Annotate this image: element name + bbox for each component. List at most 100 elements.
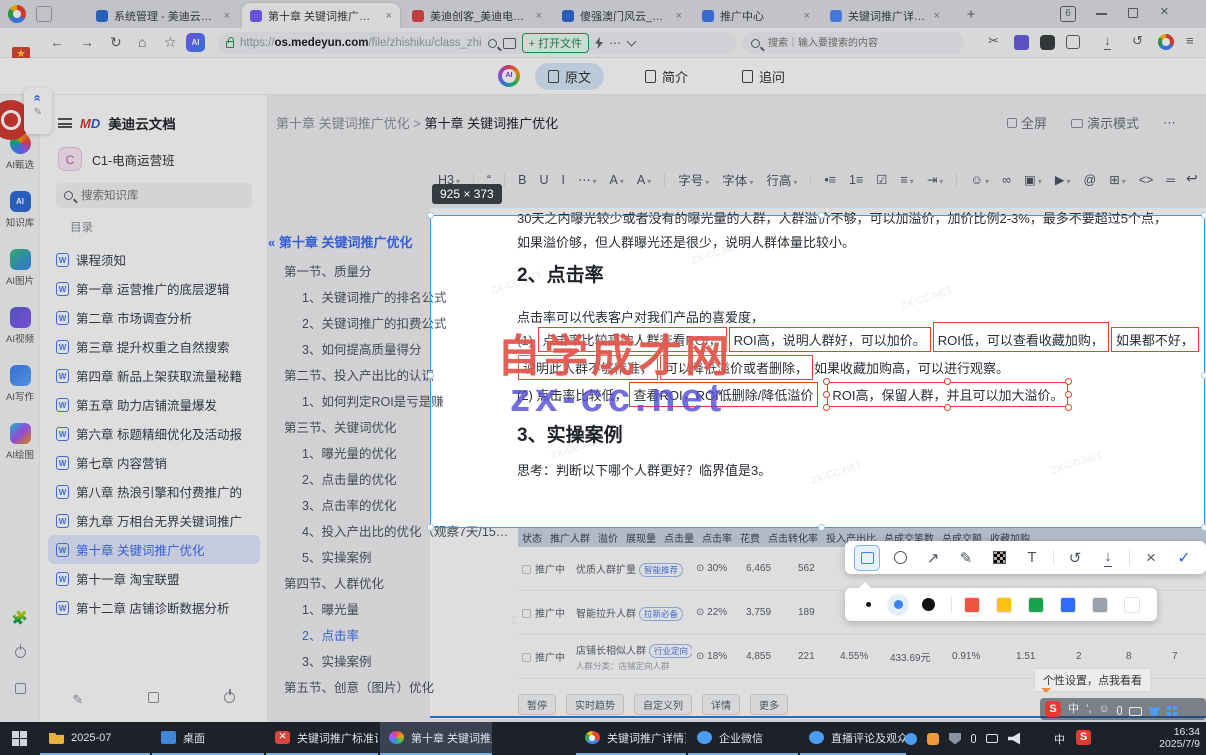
ime-emoji-icon[interactable]: ☺	[1099, 698, 1110, 720]
table-action-button[interactable]: 自定义列	[634, 694, 692, 715]
resize-handle[interactable]	[823, 404, 831, 411]
tray-sogou-icon[interactable]: S	[1076, 730, 1091, 745]
more-options-icon[interactable]: ⋯	[1163, 115, 1176, 131]
apps-grid-icon[interactable]	[148, 692, 160, 703]
mosaic-tool-icon[interactable]	[987, 546, 1011, 570]
toc-item[interactable]: 3、实操案例	[268, 649, 438, 675]
chapter-item[interactable]: W 第二章 市场调查分析	[48, 303, 260, 332]
stroke-large[interactable]	[917, 594, 939, 616]
puzzle-icon[interactable]: 🧩	[0, 610, 40, 626]
breadcrumb-parent[interactable]: 第十章 关键词推广优化	[276, 116, 410, 131]
toc-item[interactable]: 2、关键词推广的扣费公式	[268, 311, 446, 337]
code-icon[interactable]: <>	[1139, 173, 1154, 187]
pen-tool-icon[interactable]: ✎	[954, 546, 978, 570]
tab-group-icon[interactable]	[36, 6, 52, 22]
toc-item[interactable]: 1、如何判定ROI是亏是赚	[268, 389, 444, 415]
taskbar-clock[interactable]: 16:34 2025/7/9	[1159, 726, 1200, 750]
text-color-icon[interactable]: A	[610, 173, 624, 187]
chapter-item[interactable]: W 第六章 标题精细优化及活动报	[48, 419, 260, 448]
color-yellow[interactable]	[996, 596, 1012, 613]
tray-security-icon[interactable]	[949, 732, 961, 745]
chapter-item[interactable]: W 第五章 助力店铺流量爆发	[48, 390, 260, 419]
todo-list-icon[interactable]: ☑	[876, 172, 887, 187]
resize-handle[interactable]	[823, 390, 831, 398]
table-header-cell[interactable]: 状态	[518, 530, 546, 545]
table-header-cell[interactable]: 点击转化率	[764, 530, 822, 545]
ime-skin-icon[interactable]	[1148, 706, 1160, 716]
download-icon[interactable]: ↓	[1096, 546, 1120, 570]
tray-lang-indicator[interactable]: 中	[1054, 731, 1065, 747]
reload-icon[interactable]: ↻	[110, 34, 122, 51]
table-header-cell[interactable]: 推广人群	[546, 530, 594, 545]
color-white[interactable]	[1124, 596, 1140, 613]
indent-icon[interactable]: ⇥	[927, 172, 944, 187]
menu-icon[interactable]: ≡	[1186, 33, 1194, 48]
browser-tab[interactable]: 傻强澳门风云_百度搜索 ×	[554, 3, 690, 28]
row-checkbox[interactable]	[522, 609, 531, 618]
ime-grid-icon[interactable]	[1166, 706, 1177, 716]
ai-extension-icon[interactable]: AI	[186, 33, 205, 52]
taskbar-folder[interactable]: 2025-07	[40, 722, 150, 755]
fullscreen-button[interactable]: 全屏	[1006, 113, 1047, 132]
color-gray[interactable]	[1092, 596, 1108, 613]
more-format-icon[interactable]: ⋯	[578, 172, 597, 187]
tab-close-icon[interactable]: ×	[224, 10, 230, 22]
tab-close-icon[interactable]: ×	[804, 10, 810, 22]
taskbar-live[interactable]: 直播评论及观众	[800, 722, 906, 755]
undo-icon[interactable]: ↩	[1186, 170, 1198, 187]
taskbar-wecom[interactable]: 企业微信	[688, 722, 798, 755]
view-mode-tab[interactable]: 原文	[535, 63, 605, 90]
chapter-item[interactable]: W 第三章 提升权重之自然搜索	[48, 332, 260, 361]
table-header-cell[interactable]: 花费	[736, 530, 764, 545]
bullet-list-icon[interactable]: •≡	[824, 173, 836, 187]
browser-kernel-icon[interactable]	[1158, 34, 1174, 50]
taskbar-desktop[interactable]: 桌面	[152, 722, 264, 755]
chevron-down-icon[interactable]	[626, 36, 637, 47]
table-action-button[interactable]: 更多	[750, 694, 788, 715]
toc-item[interactable]: 3、点击率的优化	[268, 493, 438, 519]
divider-icon[interactable]: ═	[1166, 173, 1175, 187]
home-icon[interactable]: ⌂	[138, 34, 146, 50]
toc-item[interactable]: 第一节、质量分	[268, 259, 438, 285]
tab-close-icon[interactable]: ×	[536, 10, 542, 22]
table-action-button[interactable]: 详情	[702, 694, 740, 715]
history-icon[interactable]: ↺	[1132, 33, 1143, 49]
history-clock-icon[interactable]	[0, 644, 40, 661]
view-mode-tab[interactable]: 简介	[632, 63, 701, 90]
translate-extension-icon[interactable]	[1014, 35, 1029, 50]
start-button-icon[interactable]	[12, 731, 27, 746]
browser-tab[interactable]: 第十章 关键词推广优化 ×	[242, 3, 400, 28]
taskbar-meidi[interactable]: 第十章 关键词推广...	[380, 722, 492, 755]
toc-item[interactable]: 1、曝光量的优化	[268, 441, 438, 467]
chapter-item[interactable]: W 第十章 关键词推广优化	[48, 535, 260, 564]
ime-lang-icon[interactable]: 中	[1068, 698, 1079, 720]
address-bar[interactable]: https://os.medeyun.com/file/zhishiku/cla…	[218, 32, 736, 54]
tab-close-icon[interactable]: ×	[676, 10, 682, 22]
knowledge-search[interactable]	[56, 183, 252, 208]
browser-logo-icon[interactable]	[8, 5, 26, 23]
scissors-icon[interactable]: ✂	[988, 33, 999, 49]
more-actions-icon[interactable]: ⋯	[609, 36, 622, 50]
text-tool-icon[interactable]: T	[1020, 546, 1044, 570]
sidebar-item-ai-video[interactable]: AI视频	[0, 307, 40, 345]
browser-tab[interactable]: 美迪创客_美迪电商_美 ×	[404, 3, 550, 28]
tray-volume-icon[interactable]	[1008, 732, 1020, 745]
quick-search-bar[interactable]	[742, 32, 964, 54]
undo-icon[interactable]: ↺	[1063, 546, 1087, 570]
sogou-logo-icon[interactable]: S	[1045, 701, 1061, 717]
table-header-cell[interactable]: 展现量	[622, 530, 660, 545]
stroke-medium[interactable]	[887, 593, 909, 616]
toc-item[interactable]: 5、实操案例	[268, 545, 438, 571]
bold-icon[interactable]: B	[518, 173, 526, 187]
new-tab-button[interactable]: +	[962, 6, 980, 24]
table-icon[interactable]: ⊞	[1109, 172, 1126, 187]
tray-mic-icon[interactable]	[971, 734, 976, 743]
italic-icon[interactable]: I	[562, 173, 565, 187]
quick-search-input[interactable]	[766, 36, 946, 50]
knowledge-search-input[interactable]	[79, 188, 229, 203]
resize-handle[interactable]	[823, 378, 831, 385]
toc-item[interactable]: 2、点击率	[268, 623, 438, 649]
workspace-row[interactable]: C C1-电商运营班	[58, 147, 175, 171]
toc-item[interactable]: 1、关键词推广的排名公式	[268, 285, 446, 311]
resize-handle[interactable]	[943, 404, 951, 411]
